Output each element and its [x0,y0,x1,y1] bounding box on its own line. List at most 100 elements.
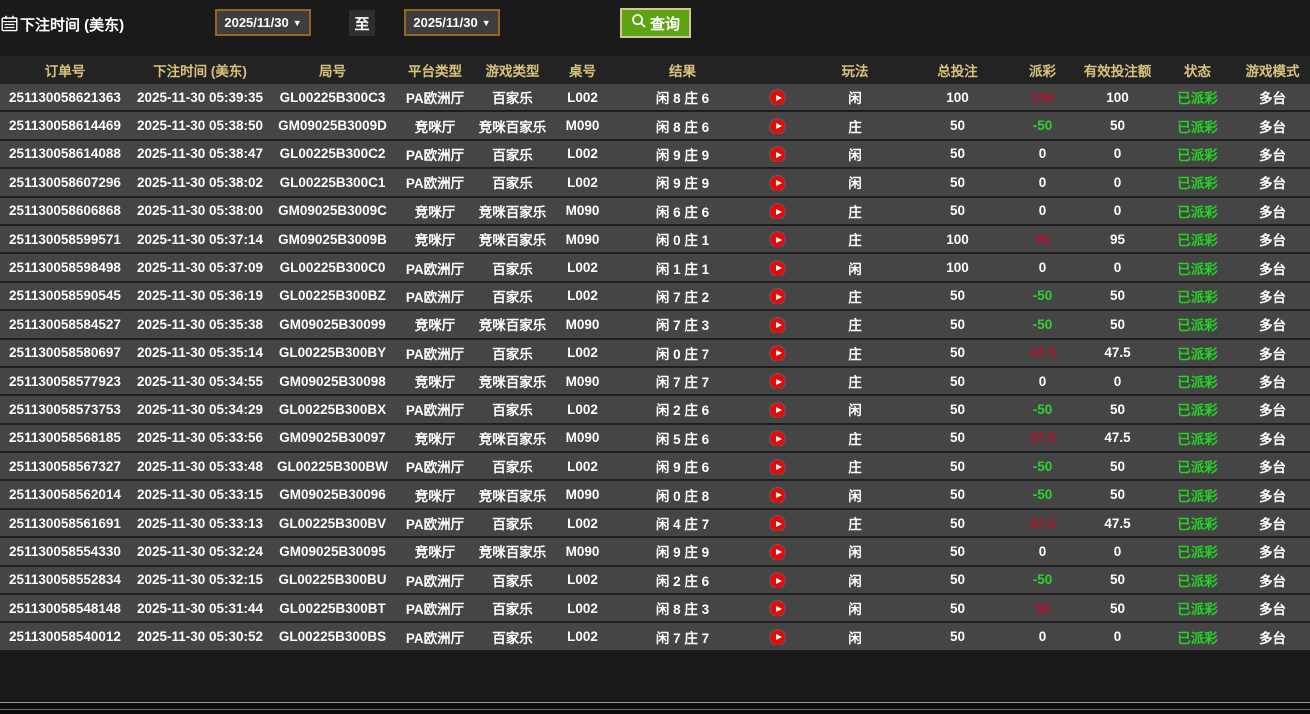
order-id-cell: 251130058562014 [9,487,121,503]
play-triangle [775,378,782,385]
platform-cell: PA欧洲厅 [405,573,465,589]
bet-time-cell: 2025-11-30 05:38:50 [136,118,264,134]
table-row: 251130058584527 2025-11-30 05:35:38 GM0902… [0,311,1310,340]
bet-time-cell: 2025-11-30 05:33:56 [136,430,264,446]
play-cell: 闲 [848,602,862,618]
platform-cell: PA欧洲厅 [405,91,465,107]
platform-cell: PA欧洲厅 [405,517,465,533]
date-from-select[interactable]: 2025/11/30 ▼ [215,9,311,36]
replay-icon[interactable] [770,459,785,475]
mode-cell: 多台 [1259,573,1286,589]
search-button[interactable]: 查询 [620,8,692,38]
play-triangle [775,464,782,471]
bet-time-cell: 2025-11-30 05:33:13 [136,515,264,531]
status-cell: 已派彩 [1177,91,1218,107]
order-id-cell: 251130058590545 [9,288,121,304]
status-cell: 已派彩 [1177,261,1218,277]
valid-bet-cell: 50 [1109,487,1126,503]
replay-icon[interactable] [770,374,785,390]
table-no-cell: M090 [565,316,600,332]
replay-cell [750,231,805,248]
play-triangle [775,208,782,215]
replay-icon[interactable] [770,345,785,361]
platform-cell: PA欧洲厅 [405,403,465,419]
play-triangle [775,577,782,584]
replay-icon[interactable] [770,204,785,219]
replay-icon[interactable] [770,573,785,589]
mode-cell: 多台 [1259,261,1286,277]
replay-cell [750,174,805,191]
replay-icon[interactable] [770,317,785,333]
replay-icon[interactable] [770,232,785,248]
payout-cell: 95 [1034,231,1051,247]
replay-icon[interactable] [770,402,785,418]
valid-bet-cell: 50 [1109,458,1126,474]
total-bet-cell: 100 [946,231,969,247]
replay-cell [750,344,805,361]
replay-icon[interactable] [770,175,785,191]
game-type-cell: 百家乐 [492,630,533,646]
round-id-cell: GL00225B300BX [278,401,387,417]
header-cell: 状态 [1184,64,1211,79]
mode-cell: 多台 [1259,403,1286,419]
filter-bar: 下注时间 (美东) 2025/11/30 ▼ 至 2025/11/30 ▼ 查询 [0,0,1310,56]
replay-icon[interactable] [770,260,785,276]
bottom-strip [0,702,1310,714]
platform-cell: 竞咪厅 [414,119,456,135]
date-to-select[interactable]: 2025/11/30 ▼ [404,9,500,36]
platform-cell: PA欧洲厅 [405,261,465,277]
order-id-cell: 251130058561691 [9,515,121,531]
replay-icon[interactable] [770,431,785,447]
valid-bet-cell: 50 [1109,288,1126,304]
chevron-down-icon: ▼ [292,17,302,28]
round-id-cell: GL00225B300BT [279,600,386,616]
game-type-cell: 百家乐 [492,517,533,533]
round-id-cell: GM09025B30098 [279,373,386,389]
platform-cell: PA欧洲厅 [405,460,465,476]
order-id-cell: 251130058548148 [9,600,121,616]
total-bet-cell: 50 [949,572,966,588]
table-no-cell: L002 [567,401,598,417]
replay-icon[interactable] [770,516,785,532]
order-id-cell: 251130058580697 [9,345,121,361]
total-bet-cell: 50 [949,118,966,134]
bet-time-cell: 2025-11-30 05:39:35 [136,89,264,105]
bet-time-cell: 2025-11-30 05:37:14 [136,231,264,247]
header-cell: 游戏模式 [1245,64,1300,79]
table-no-cell: L002 [567,260,598,276]
result-cell: 闲 0 庄 1 [655,233,710,249]
replay-icon[interactable] [770,118,785,134]
replay-icon[interactable] [770,147,785,163]
payout-cell: 0 [1038,146,1047,162]
play-cell: 庄 [848,119,862,135]
round-id-cell: GL00225B300BU [278,572,387,588]
table-no-cell: M090 [565,231,600,247]
replay-icon[interactable] [770,629,785,645]
platform-cell: 竞咪厅 [414,318,456,334]
total-bet-cell: 50 [949,600,966,616]
table-row: 251130058614469 2025-11-30 05:38:50 GM0902… [0,112,1310,141]
mode-cell: 多台 [1259,630,1286,646]
replay-icon[interactable] [770,487,785,503]
replay-icon[interactable] [770,601,785,617]
play-triangle [775,634,782,641]
replay-cell [750,458,805,475]
game-type-cell: 百家乐 [492,147,533,163]
payout-cell: -50 [1032,458,1053,474]
order-id-cell: 251130058621363 [9,89,121,105]
table-row: 251130058540012 2025-11-30 05:30:52 GL0022… [0,623,1310,652]
table-row: 251130058552834 2025-11-30 05:32:15 GL0022… [0,566,1310,596]
replay-icon[interactable] [770,90,785,106]
result-cell: 闲 8 庄 6 [655,119,710,135]
play-cell: 闲 [848,261,862,277]
total-bet-cell: 50 [949,203,966,219]
replay-icon[interactable] [770,544,785,560]
payout-cell: 47.5 [1029,515,1056,531]
payout-cell: 47.5 [1029,345,1056,361]
play-triangle [775,520,782,527]
total-bet-cell: 100 [946,260,969,276]
total-bet-cell: 50 [949,543,966,559]
replay-icon[interactable] [770,289,785,305]
play-triangle [775,605,782,612]
status-cell: 已派彩 [1177,147,1218,163]
